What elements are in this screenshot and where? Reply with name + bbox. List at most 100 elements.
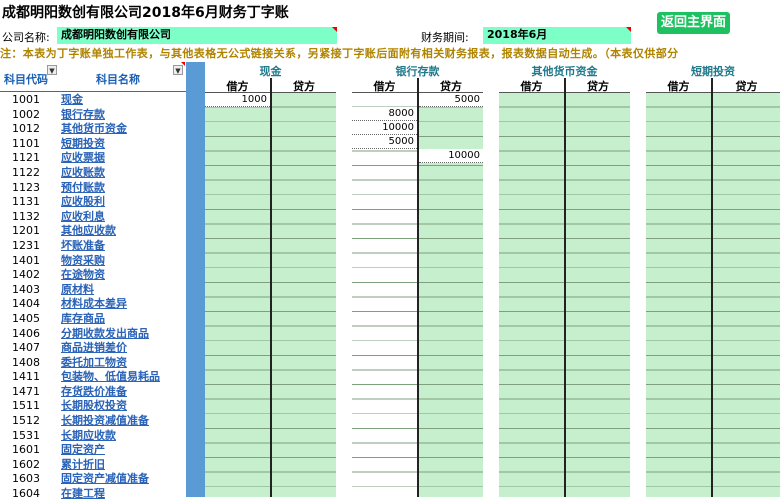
account-row: 1132 应收利息 xyxy=(0,210,186,225)
account-row: 1401 物资采购 xyxy=(0,254,186,269)
account-code: 1411 xyxy=(12,370,40,384)
column-header-code: 科目代码 xyxy=(4,73,48,86)
account-row: 1406 分期收款发出商品 xyxy=(0,327,186,342)
cell-value[interactable]: 8000 xyxy=(352,107,417,121)
short-investment-debit-column[interactable] xyxy=(646,93,711,497)
account-code: 1403 xyxy=(12,282,40,296)
account-code: 1602 xyxy=(12,457,40,471)
account-name-link[interactable]: 坏账准备 xyxy=(61,239,105,254)
account-name-link[interactable]: 长期应收款 xyxy=(61,429,116,444)
account-row: 1122 应收账款 xyxy=(0,166,186,181)
account-row: 1604 在建工程 xyxy=(0,487,186,502)
account-name-link[interactable]: 在途物资 xyxy=(61,268,105,283)
account-code: 1132 xyxy=(12,209,40,223)
bank-debit-values: 8000 10000 5000 xyxy=(352,93,417,149)
account-row: 1121 应收票据 xyxy=(0,151,186,166)
account-code: 1407 xyxy=(12,341,40,355)
account-code: 1401 xyxy=(12,253,40,267)
account-code: 1121 xyxy=(12,151,40,165)
period-field[interactable]: 2018年6月 xyxy=(483,27,631,44)
account-name-link[interactable]: 短期投资 xyxy=(61,137,105,152)
account-name-link[interactable]: 长期股权投资 xyxy=(61,399,127,414)
account-name-link[interactable]: 其他应收款 xyxy=(61,224,116,239)
account-name-link[interactable]: 应收账款 xyxy=(61,166,105,181)
subheader-credit: 贷方 xyxy=(272,78,336,93)
account-name-link[interactable]: 在建工程 xyxy=(61,487,105,502)
account-name-link[interactable]: 应收股利 xyxy=(61,195,105,210)
bank-debit-column[interactable] xyxy=(352,93,417,497)
company-name-label: 公司名称: xyxy=(2,31,50,44)
account-name-link[interactable]: 物资采购 xyxy=(61,254,105,269)
account-name-link[interactable]: 长期投资减值准备 xyxy=(61,414,149,429)
account-name-link[interactable]: 现金 xyxy=(61,93,83,108)
account-name-link[interactable]: 预付账款 xyxy=(61,181,105,196)
account-row: 1001 现金 xyxy=(0,93,186,108)
account-name-link[interactable]: 商品进销差价 xyxy=(61,341,127,356)
cell-value[interactable] xyxy=(419,121,483,135)
account-code: 1511 xyxy=(12,399,40,413)
account-row: 1101 短期投资 xyxy=(0,137,186,152)
account-code: 1408 xyxy=(12,355,40,369)
account-code: 1123 xyxy=(12,180,40,194)
period-label: 财务期间: xyxy=(421,31,469,44)
account-name-link[interactable]: 分期收款发出商品 xyxy=(61,327,149,342)
account-row: 1231 坏账准备 xyxy=(0,239,186,254)
cash-debit-column[interactable] xyxy=(205,93,270,497)
comment-indicator-icon xyxy=(181,62,185,66)
account-row: 1471 存货跌价准备 xyxy=(0,385,186,400)
account-code: 1201 xyxy=(12,224,40,238)
account-name-link[interactable]: 委托加工物资 xyxy=(61,356,127,371)
account-name-link[interactable]: 固定资产 xyxy=(61,443,105,458)
account-name-link[interactable]: 固定资产减值准备 xyxy=(61,472,149,487)
comment-indicator-icon xyxy=(626,27,631,32)
back-to-main-button[interactable]: 返回主界面 xyxy=(657,12,730,34)
company-name-extension xyxy=(197,27,337,44)
account-row: 1601 固定资产 xyxy=(0,443,186,458)
account-row: 1411 包装物、低值易耗品 xyxy=(0,370,186,385)
cell-value[interactable]: 5000 xyxy=(352,135,417,149)
account-code: 1512 xyxy=(12,414,40,428)
comment-indicator-icon xyxy=(332,27,337,32)
account-row: 1512 长期投资减值准备 xyxy=(0,414,186,429)
other-currency-credit-column[interactable] xyxy=(566,93,630,497)
subheader-credit: 贷方 xyxy=(713,78,780,93)
column-header-name: 科目名称 xyxy=(96,73,140,86)
account-code: 1122 xyxy=(12,165,40,179)
cell-value[interactable] xyxy=(419,107,483,121)
account-code: 1002 xyxy=(12,107,40,121)
cash-credit-column[interactable] xyxy=(272,93,336,497)
cell-value[interactable]: 1000 xyxy=(205,93,270,107)
filter-dropdown-icon[interactable]: ▼ xyxy=(173,65,183,75)
account-code: 1231 xyxy=(12,238,40,252)
filter-dropdown-icon[interactable]: ▼ xyxy=(47,65,57,75)
left-separator-bar xyxy=(186,62,205,497)
short-investment-credit-column[interactable] xyxy=(713,93,780,497)
account-name-link[interactable]: 库存商品 xyxy=(61,312,105,327)
account-name-link[interactable]: 包装物、低值易耗品 xyxy=(61,370,160,385)
account-name-link[interactable]: 应收票据 xyxy=(61,151,105,166)
cell-value[interactable] xyxy=(352,93,417,107)
cell-value[interactable]: 10000 xyxy=(352,121,417,135)
cell-value[interactable]: 10000 xyxy=(419,149,483,163)
account-code: 1012 xyxy=(12,122,40,136)
account-code: 1604 xyxy=(12,487,40,501)
subheader-debit: 借方 xyxy=(352,78,417,93)
account-name-link[interactable]: 应收利息 xyxy=(61,210,105,225)
cell-value[interactable]: 5000 xyxy=(419,93,483,107)
account-name-link[interactable]: 原材料 xyxy=(61,283,94,298)
account-name-link[interactable]: 存货跌价准备 xyxy=(61,385,127,400)
account-name-link[interactable]: 累计折旧 xyxy=(61,458,105,473)
cash-debit-values: 1000 xyxy=(205,93,270,107)
cell-value[interactable] xyxy=(419,135,483,149)
account-code: 1101 xyxy=(12,136,40,150)
account-name-link[interactable]: 其他货币资金 xyxy=(61,122,127,137)
t-account-divider xyxy=(270,78,272,497)
account-name-link[interactable]: 材料成本差异 xyxy=(61,297,127,312)
other-currency-debit-column[interactable] xyxy=(499,93,564,497)
notice-text: 注：本表为丁字账单独工作表，与其他表格无公式链接关系，另紧接丁字账后面附有相关财… xyxy=(0,47,679,60)
account-row: 1012 其他货币资金 xyxy=(0,122,186,137)
account-row: 1408 委托加工物资 xyxy=(0,356,186,371)
company-name-field[interactable]: 成都明阳数创有限公司 xyxy=(57,27,197,44)
account-row: 1603 固定资产减值准备 xyxy=(0,472,186,487)
account-name-link[interactable]: 银行存款 xyxy=(61,108,105,123)
